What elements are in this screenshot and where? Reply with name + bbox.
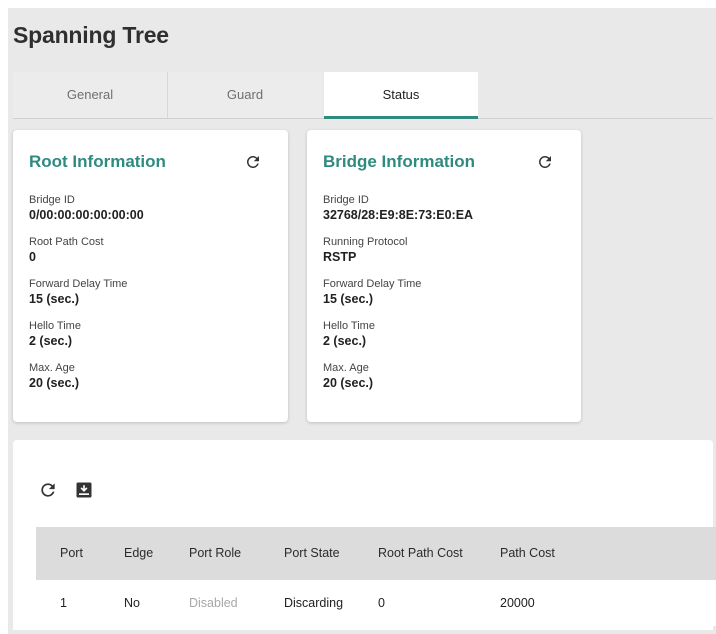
table-row[interactable]: 1 No Disabled Discarding 0 20000 xyxy=(36,580,716,626)
field-value: 20 (sec.) xyxy=(323,376,374,390)
field-max-age: Max. Age 20 (sec.) xyxy=(29,362,144,404)
tab-bar: General Guard Status xyxy=(13,72,713,119)
table-header: Port Edge Port Role Port State Root Path… xyxy=(36,527,716,580)
field-running-protocol: Running Protocol RSTP xyxy=(323,236,473,278)
field-hello-time: Hello Time 2 (sec.) xyxy=(323,320,473,362)
field-label: Root Path Cost xyxy=(29,236,104,248)
field-value: RSTP xyxy=(323,250,357,264)
column-header-port[interactable]: Port xyxy=(60,527,83,580)
card-title: Root Information xyxy=(29,152,166,171)
column-header-edge[interactable]: Edge xyxy=(124,527,153,580)
refresh-icon[interactable] xyxy=(534,151,556,173)
tab-status[interactable]: Status xyxy=(324,72,478,119)
column-header-root-path-cost[interactable]: Root Path Cost xyxy=(378,527,463,580)
field-label: Max. Age xyxy=(29,362,75,374)
field-bridge-id: Bridge ID 32768/28:E9:8E:73:E0:EA xyxy=(323,194,473,236)
field-value: 32768/28:E9:8E:73:E0:EA xyxy=(323,208,474,222)
field-label: Forward Delay Time xyxy=(29,278,128,290)
bridge-information-card: Bridge Information Bridge ID 32768/28:E9… xyxy=(307,130,581,422)
tab-guard[interactable]: Guard xyxy=(168,72,322,118)
column-header-path-cost[interactable]: Path Cost xyxy=(500,527,555,580)
export-icon[interactable] xyxy=(72,478,96,502)
bridge-fields: Bridge ID 32768/28:E9:8E:73:E0:EA Runnin… xyxy=(323,194,473,404)
cell-path-cost: 20000 xyxy=(500,596,535,610)
field-value: 2 (sec.) xyxy=(29,334,73,348)
page-title: Spanning Tree xyxy=(13,22,169,48)
field-label: Hello Time xyxy=(323,320,375,332)
field-max-age: Max. Age 20 (sec.) xyxy=(323,362,473,404)
refresh-icon[interactable] xyxy=(242,151,264,173)
field-label: Forward Delay Time xyxy=(323,278,422,290)
field-value: 0/00:00:00:00:00:00 xyxy=(29,208,144,222)
cell-port-role: Disabled xyxy=(189,596,238,610)
field-forward-delay-time: Forward Delay Time 15 (sec.) xyxy=(323,278,473,320)
field-label: Hello Time xyxy=(29,320,81,332)
root-information-card: Root Information Bridge ID 0/00:00:00:00… xyxy=(13,130,288,422)
field-value: 15 (sec.) xyxy=(29,292,80,306)
cell-port-state: Discarding xyxy=(284,596,344,610)
cell-port: 1 xyxy=(60,596,67,610)
field-root-path-cost: Root Path Cost 0 xyxy=(29,236,144,278)
field-value: 2 (sec.) xyxy=(323,334,367,348)
column-header-port-state[interactable]: Port State xyxy=(284,527,340,580)
field-value: 20 (sec.) xyxy=(29,376,80,390)
column-header-port-role[interactable]: Port Role xyxy=(189,527,241,580)
cell-edge: No xyxy=(124,596,140,610)
cell-root-path-cost: 0 xyxy=(378,596,385,610)
field-forward-delay-time: Forward Delay Time 15 (sec.) xyxy=(29,278,144,320)
field-hello-time: Hello Time 2 (sec.) xyxy=(29,320,144,362)
tab-general[interactable]: General xyxy=(13,72,168,118)
field-label: Bridge ID xyxy=(29,194,75,206)
field-value: 0 xyxy=(29,250,36,264)
card-title: Bridge Information xyxy=(323,152,476,171)
field-bridge-id: Bridge ID 0/00:00:00:00:00:00 xyxy=(29,194,144,236)
field-label: Bridge ID xyxy=(323,194,369,206)
field-label: Running Protocol xyxy=(323,236,408,248)
refresh-icon[interactable] xyxy=(36,478,60,502)
root-fields: Bridge ID 0/00:00:00:00:00:00 Root Path … xyxy=(29,194,144,404)
field-label: Max. Age xyxy=(323,362,369,374)
field-value: 15 (sec.) xyxy=(323,292,374,306)
